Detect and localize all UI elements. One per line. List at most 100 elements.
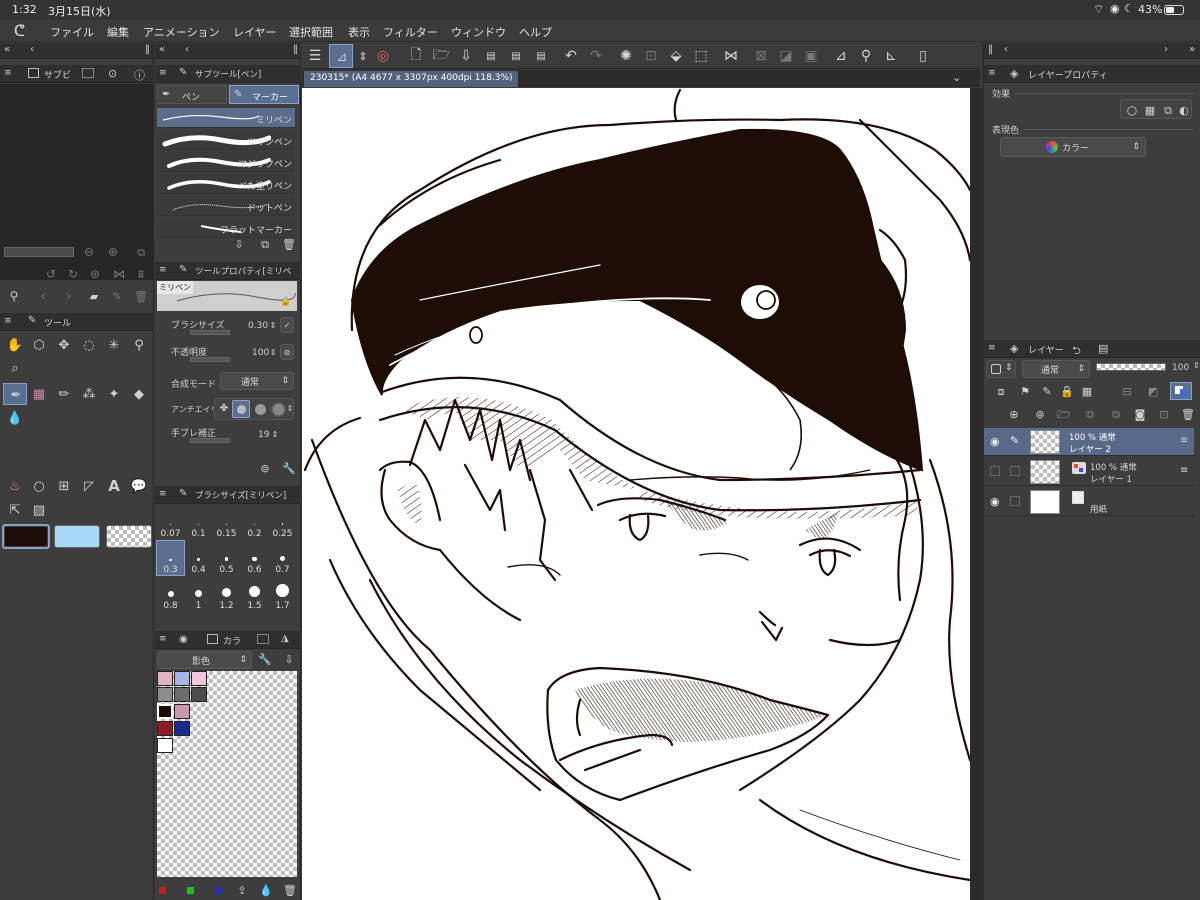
expression-color-select[interactable]: カラー ⇕ xyxy=(1000,137,1146,157)
chevron-down-icon[interactable]: ⌄ xyxy=(952,71,961,84)
layer-blend-mode-select[interactable]: 通常 ⇕ xyxy=(1022,360,1090,378)
menu-selection[interactable]: 選択範囲 xyxy=(289,24,333,40)
subtool-group-pen[interactable]: ✒ ペン xyxy=(157,85,227,104)
rotate-left-icon[interactable]: ↺ xyxy=(44,267,58,281)
menu-lines-icon[interactable]: ≡ xyxy=(988,343,996,353)
export-jpg-icon[interactable]: ▤ xyxy=(480,45,502,67)
brush-size-option[interactable]: 0.07 xyxy=(157,505,184,539)
flip-icon[interactable]: ⋈ xyxy=(112,267,126,281)
brush-size-slider[interactable] xyxy=(190,330,230,335)
chevron-right-icon[interactable]: › xyxy=(1164,44,1168,55)
apply-mask-icon[interactable]: ⊡ xyxy=(1156,407,1172,421)
brush-size-option[interactable]: 1 xyxy=(185,577,212,611)
brush-size-option[interactable]: 0.7 xyxy=(269,541,296,575)
delete-color-icon[interactable]: 🗑 xyxy=(283,883,297,897)
color-swatch[interactable] xyxy=(157,721,173,736)
menu-lines-icon[interactable]: ≡ xyxy=(4,68,12,78)
wrench-icon[interactable]: 🔧 xyxy=(282,461,296,475)
snap-special-ruler-icon[interactable]: ⚲ xyxy=(855,45,877,67)
clip-lower-icon[interactable]: ⧈ xyxy=(994,384,1008,398)
decoration-tool-icon[interactable]: ✦ xyxy=(105,385,123,403)
layer-list-empty-area[interactable] xyxy=(984,517,1200,900)
menu-filter[interactable]: フィルター xyxy=(383,24,438,40)
collapse-left-icon[interactable]: « xyxy=(4,44,10,55)
airbrush-tool-icon[interactable]: ⁂ xyxy=(80,385,98,403)
menu-lines-icon[interactable]: ≡ xyxy=(159,634,167,644)
hamburger-icon[interactable]: ☰ xyxy=(304,45,326,67)
stepper-icon[interactable]: ⇕ xyxy=(270,428,280,442)
color-swatch[interactable] xyxy=(157,671,173,686)
brush-size-option[interactable]: 1.5 xyxy=(241,577,268,611)
border-effect-icon[interactable]: ○ xyxy=(1125,103,1139,117)
snap-grid-icon[interactable]: ⊾ xyxy=(880,45,902,67)
color-swatch[interactable] xyxy=(174,704,190,719)
subview-icon[interactable] xyxy=(28,68,39,78)
lock-layer-icon[interactable]: 🔒 xyxy=(1060,384,1074,398)
more-effect-icon[interactable]: ◐ xyxy=(1177,103,1191,117)
subtool-item-fillpen[interactable]: べた塗りペン xyxy=(157,174,295,194)
layer-row-layer2[interactable]: ◉ ✎ 100 % 通常 レイヤー 2 ≡ xyxy=(984,428,1194,456)
pen-edit-icon[interactable]: ✎ xyxy=(1010,434,1019,447)
document-tab[interactable]: 230315* (A4 4677 x 3307px 400dpi 118.3%) xyxy=(304,71,518,87)
transfer-down-icon[interactable]: ⧉ xyxy=(1082,407,1098,421)
stabilization-slider[interactable] xyxy=(190,438,230,443)
brush-size-option[interactable]: 1.7 xyxy=(269,577,296,611)
brush-tool-icon[interactable]: ▦ xyxy=(30,385,48,403)
tab-auto-action-icon[interactable]: ▤ xyxy=(1098,342,1108,355)
edit-icon[interactable]: ✎ xyxy=(110,289,124,303)
tab-search-icon[interactable]: ⊙ xyxy=(108,67,117,80)
delete-subtool-icon[interactable]: 🗑 xyxy=(282,238,296,250)
collapse-icon[interactable]: « xyxy=(159,44,165,55)
color-set-select[interactable]: 影色 ⇕ xyxy=(157,651,252,669)
subtool-item-flatmarker[interactable]: フラットマーカー xyxy=(157,218,295,238)
canvas[interactable] xyxy=(302,88,970,900)
edge-keyboard-icon[interactable]: ▯ xyxy=(912,45,934,67)
color-swatch[interactable] xyxy=(157,687,173,702)
ruler-layer-icon[interactable]: ◩ xyxy=(1146,384,1160,398)
antialias-strong-icon[interactable] xyxy=(273,404,284,415)
save-subtool-icon[interactable]: ⇩ xyxy=(232,238,246,250)
brush-size-option[interactable]: 0.3 xyxy=(156,540,185,576)
move-tool-icon[interactable]: ✥ xyxy=(55,336,73,354)
deselect-icon[interactable]: ⊠ xyxy=(750,45,772,67)
layer-color-icon[interactable]: ⧉ xyxy=(1161,103,1175,117)
brush-size-title[interactable]: ブラシサイズ[ミリペン] xyxy=(195,489,286,501)
edit-checkbox[interactable] xyxy=(1010,496,1020,506)
subtool-group-marker[interactable]: ✎ マーカー xyxy=(229,85,299,104)
menu-lines-icon[interactable]: ≡ xyxy=(988,68,996,78)
brush-size-option[interactable]: 0.6 xyxy=(241,541,268,575)
stepper-icon[interactable]: ⇕ xyxy=(285,402,295,416)
stepper-icon[interactable]: ⇕ xyxy=(268,319,278,333)
export-png-icon[interactable]: ▤ xyxy=(505,45,527,67)
tool-panel-title[interactable]: ツール xyxy=(44,316,71,329)
duplicate-subtool-icon[interactable]: ⧉ xyxy=(258,238,272,250)
menu-help[interactable]: ヘルプ xyxy=(519,24,552,40)
color-swatch[interactable] xyxy=(191,671,207,686)
tab-history-icon[interactable] xyxy=(257,634,269,644)
new-raster-layer-icon[interactable]: ⊕ xyxy=(1006,407,1022,421)
pen-tool-button[interactable]: ✒ xyxy=(3,383,27,405)
subtool-item-millipen[interactable]: ミリペン xyxy=(157,108,295,128)
replace-color-icon[interactable]: 💧 xyxy=(259,883,273,897)
tab-intermediate-icon[interactable]: ◮ xyxy=(281,633,289,644)
delete-layer-icon[interactable]: 🗑 xyxy=(1180,407,1196,421)
chevron-left-icon[interactable]: ‹ xyxy=(30,44,34,55)
color-swatch-selected[interactable] xyxy=(157,704,173,719)
transparent-color-swatch[interactable] xyxy=(106,525,152,548)
menu-file[interactable]: ファイル xyxy=(50,24,94,40)
object-tool-icon[interactable]: ⇱ xyxy=(6,501,24,519)
fit-icon[interactable]: ⧉ xyxy=(134,245,148,259)
menu-view[interactable]: 表示 xyxy=(348,24,370,40)
tool-property-title[interactable]: ツールプロパティ[ミリペ xyxy=(195,265,291,277)
figure-tool-icon[interactable]: ○ xyxy=(30,477,48,495)
mask-icon[interactable]: ⊟ xyxy=(1120,384,1134,398)
opacity-slider[interactable] xyxy=(190,357,230,362)
eyedropper-icon[interactable]: ⚲ xyxy=(6,289,22,303)
lock-transparent-icon[interactable]: ▦ xyxy=(1080,384,1094,398)
antialias-medium-icon[interactable] xyxy=(255,404,266,415)
export-psd-icon[interactable]: ▤ xyxy=(530,45,552,67)
tab-history-icon[interactable]: ⮌ xyxy=(1072,342,1081,361)
visibility-checkbox[interactable] xyxy=(990,466,1000,476)
main-color-swatch[interactable] xyxy=(2,524,50,549)
eyedropper-tool-icon[interactable]: ⚲ xyxy=(130,336,148,354)
